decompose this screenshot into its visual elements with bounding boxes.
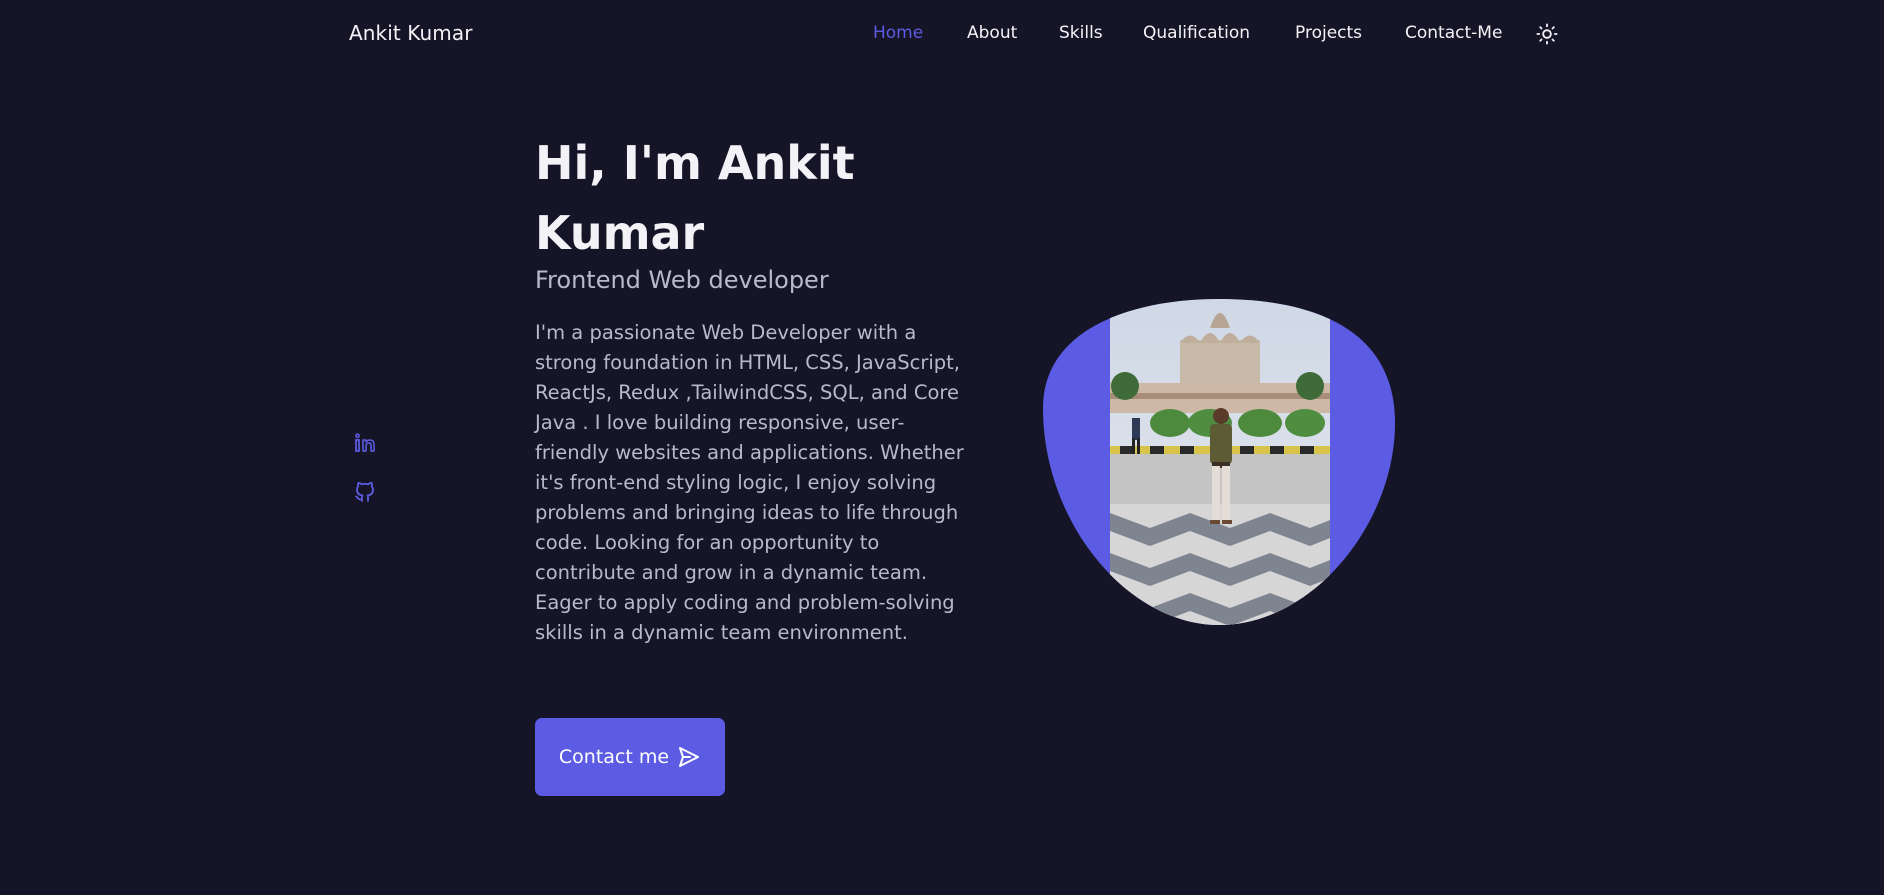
nav-item-about[interactable]: About: [967, 23, 1017, 43]
github-icon: [355, 482, 374, 502]
site-header: Ankit Kumar Home About Skills Qualificat…: [0, 0, 1884, 70]
linkedin-link[interactable]: [353, 431, 377, 455]
site-logo[interactable]: Ankit Kumar: [349, 21, 473, 45]
nav-item-skills[interactable]: Skills: [1059, 23, 1103, 43]
profile-photo: [1043, 299, 1395, 625]
theme-toggle-button[interactable]: [1536, 23, 1558, 45]
hero-title: Hi, I'm Ankit Kumar: [535, 136, 855, 260]
contact-me-label: Contact me: [558, 746, 670, 768]
nav-item-contact-me[interactable]: Contact-Me: [1405, 23, 1502, 43]
profile-blob: [1043, 298, 1395, 626]
linkedin-icon: [355, 433, 375, 452]
nav-item-home[interactable]: Home: [873, 23, 923, 43]
nav-item-projects[interactable]: Projects: [1295, 23, 1362, 43]
nav-item-qualification[interactable]: Qualification: [1143, 23, 1250, 43]
sun-icon: [1536, 23, 1558, 45]
send-icon: [679, 747, 700, 767]
github-link[interactable]: [353, 480, 377, 504]
contact-me-button[interactable]: Contact me: [535, 718, 725, 796]
hero-subtitle: Frontend Web developer: [535, 266, 829, 294]
hero-description: I'm a passionate Web Developer with a st…: [535, 321, 964, 644]
